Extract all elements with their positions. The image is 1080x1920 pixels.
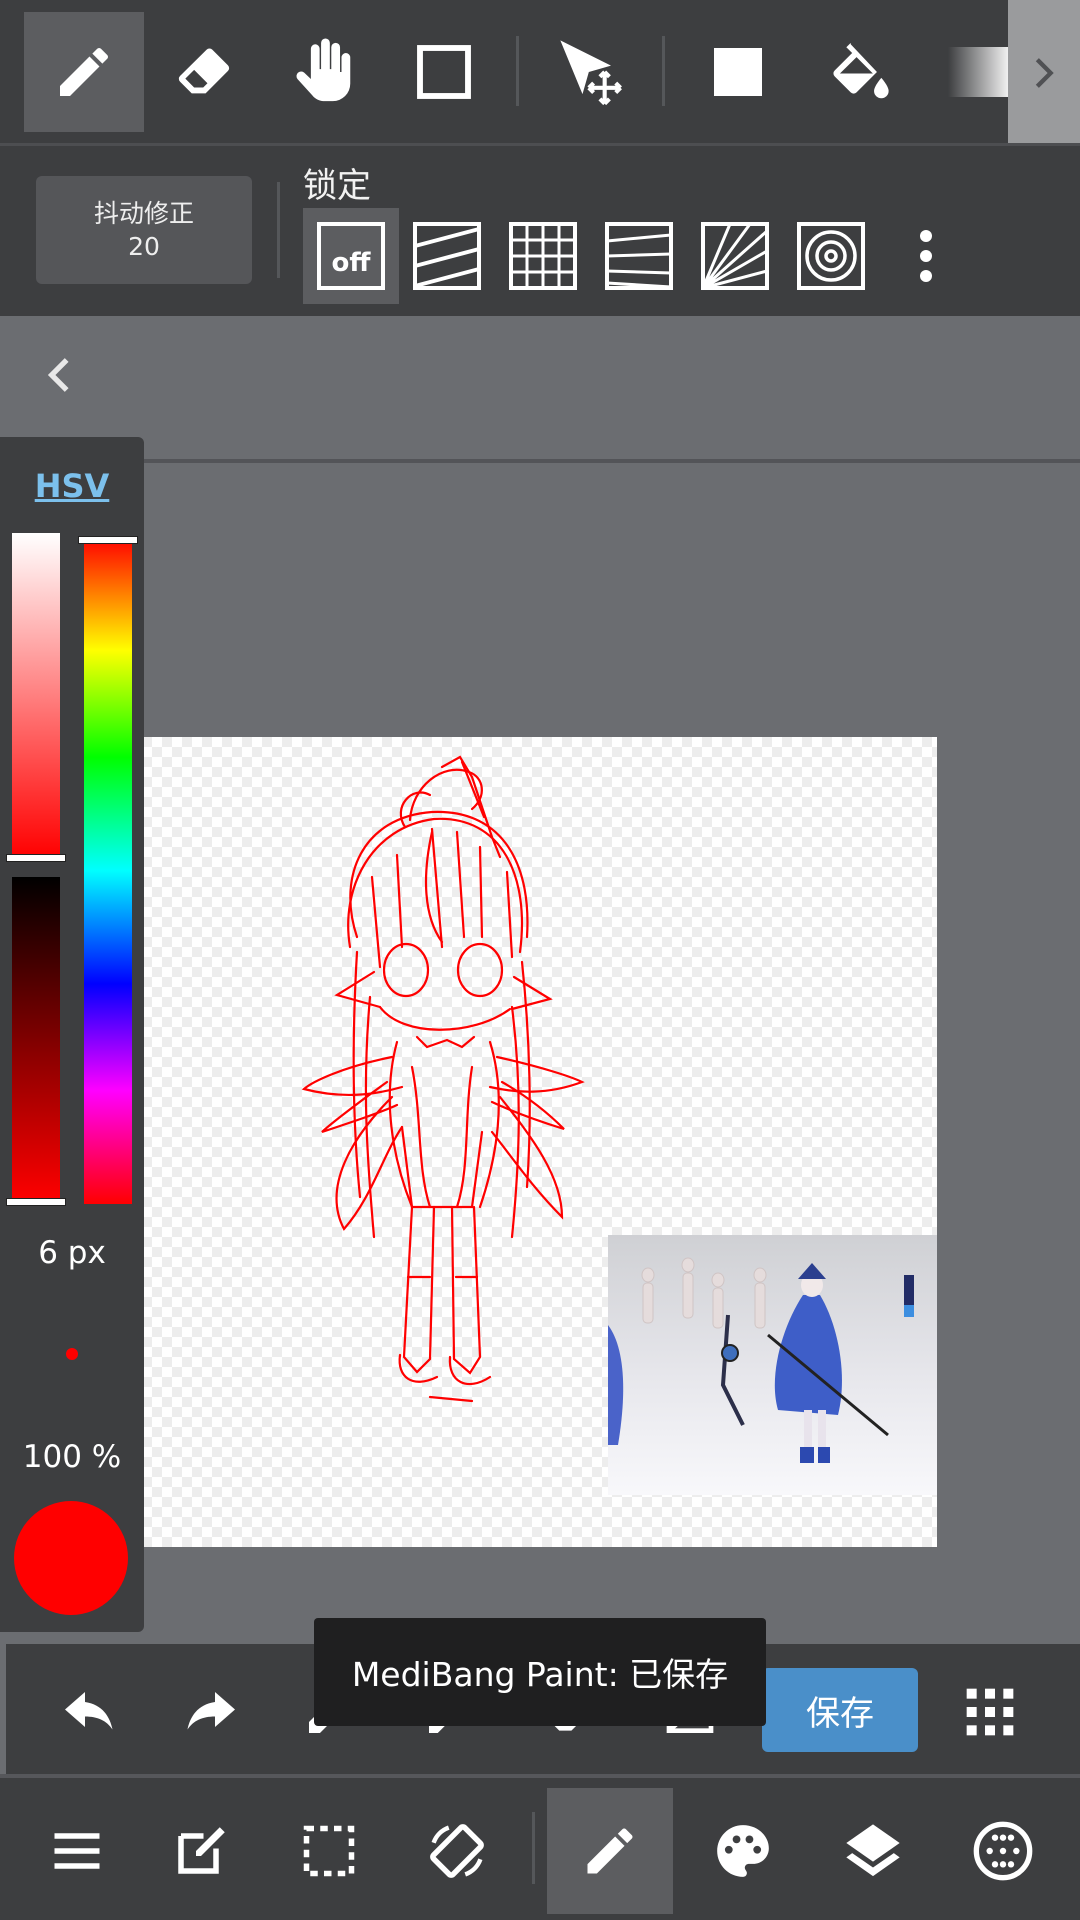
hue-slider-handle[interactable]	[78, 536, 138, 544]
radial-ruler-button[interactable]	[687, 208, 783, 304]
reference-image[interactable]	[608, 1235, 937, 1495]
nav-separator	[532, 1812, 535, 1884]
eraser-tool-button[interactable]	[144, 12, 264, 132]
menu-button[interactable]	[14, 1788, 140, 1914]
toolbar-separator	[662, 36, 665, 106]
hand-icon	[296, 38, 351, 102]
undo-icon	[65, 1692, 113, 1730]
brush-size-preview	[66, 1348, 78, 1360]
rotate-canvas-icon	[430, 1824, 484, 1878]
parallel-ruler-button[interactable]	[399, 208, 495, 304]
eraser-icon	[178, 48, 230, 94]
brush-button[interactable]	[547, 1788, 673, 1914]
subbar-divider	[0, 459, 1080, 463]
layers-icon	[846, 1824, 900, 1877]
palette-button[interactable]	[680, 1788, 806, 1914]
shape-tool-button[interactable]	[384, 12, 504, 132]
grid-menu-icon	[966, 1688, 1014, 1736]
fill-shape-tool-button[interactable]	[678, 12, 798, 132]
parallel-ruler-icon	[413, 222, 481, 290]
value-slider-handle[interactable]	[6, 1198, 66, 1206]
toolbar-separator	[516, 36, 519, 106]
materials-button[interactable]	[940, 1788, 1066, 1914]
radial-ruler-icon	[701, 222, 769, 290]
pen-tool-button[interactable]	[24, 12, 144, 132]
ruler-lock-label: 锁定	[303, 166, 371, 206]
ruler-off-icon: off	[317, 222, 385, 290]
redo-icon	[187, 1692, 235, 1730]
bucket-icon	[833, 42, 889, 99]
ruler-off-button[interactable]: off	[303, 208, 399, 304]
pen-icon	[60, 47, 109, 96]
saved-toast: MediBang Paint: 已保存	[314, 1618, 766, 1726]
brush-options-bar: 抖动修正 20 锁定 off	[0, 146, 1080, 463]
drawing-canvas[interactable]	[112, 737, 937, 1547]
reference-figures	[608, 1257, 914, 1463]
hue-slider[interactable]	[84, 537, 132, 1204]
stabilizer-label: 抖动修正	[93, 199, 194, 228]
grid-ruler-button[interactable]	[495, 208, 591, 304]
perspective-ruler-button[interactable]	[591, 208, 687, 304]
selection-icon	[303, 1825, 355, 1877]
current-color-swatch[interactable]	[14, 1501, 128, 1615]
stabilizer-button[interactable]: 抖动修正 20	[36, 176, 252, 284]
bucket-tool-button[interactable]	[798, 12, 918, 132]
saturation-slider[interactable]	[12, 533, 60, 858]
save-button[interactable]: 保存	[762, 1668, 918, 1752]
hand-tool-button[interactable]	[264, 12, 384, 132]
edit-icon	[178, 1827, 225, 1874]
color-panel: HSV 6 px 100 %	[0, 437, 144, 1632]
more-vertical-icon	[920, 230, 932, 282]
top-toolbar	[0, 0, 1080, 146]
stabilizer-value: 20	[128, 232, 160, 261]
subbar-separator	[277, 182, 280, 278]
concentric-ruler-icon	[797, 222, 865, 290]
undo-button[interactable]	[40, 1662, 140, 1762]
layers-button[interactable]	[810, 1788, 936, 1914]
rotate-canvas-button[interactable]	[394, 1788, 520, 1914]
bottom-nav	[0, 1778, 1080, 1920]
edit-button[interactable]	[138, 1788, 264, 1914]
palette-icon	[717, 1825, 769, 1877]
selection-button[interactable]	[266, 1788, 392, 1914]
ruler-off-label: off	[332, 248, 372, 278]
move-tool-button[interactable]	[532, 12, 652, 132]
brush-size-value[interactable]: 6 px	[0, 1235, 144, 1271]
perspective-ruler-icon	[605, 222, 673, 290]
ruler-more-button[interactable]	[906, 216, 946, 296]
toolbar-scroll-button[interactable]	[1008, 0, 1080, 145]
rectangle-outline-icon	[417, 45, 471, 99]
extra-menu-button[interactable]	[940, 1662, 1040, 1762]
grid-ruler-icon	[509, 222, 577, 290]
concentric-ruler-button[interactable]	[783, 208, 879, 304]
brush-icon	[587, 1828, 633, 1874]
color-mode-toggle[interactable]: HSV	[0, 467, 144, 505]
saturation-slider-handle[interactable]	[6, 854, 66, 862]
fill-rectangle-icon	[714, 48, 762, 96]
chevron-left-icon	[47, 358, 69, 392]
redo-button[interactable]	[160, 1662, 260, 1762]
materials-icon	[973, 1821, 1033, 1881]
value-slider[interactable]	[12, 877, 60, 1202]
gradient-icon	[948, 47, 1013, 97]
chevron-right-icon	[1035, 57, 1054, 88]
collapse-panel-button[interactable]	[30, 345, 90, 405]
brush-opacity-value[interactable]: 100 %	[0, 1439, 144, 1475]
move-select-icon	[560, 40, 622, 106]
menu-icon	[54, 1833, 100, 1869]
